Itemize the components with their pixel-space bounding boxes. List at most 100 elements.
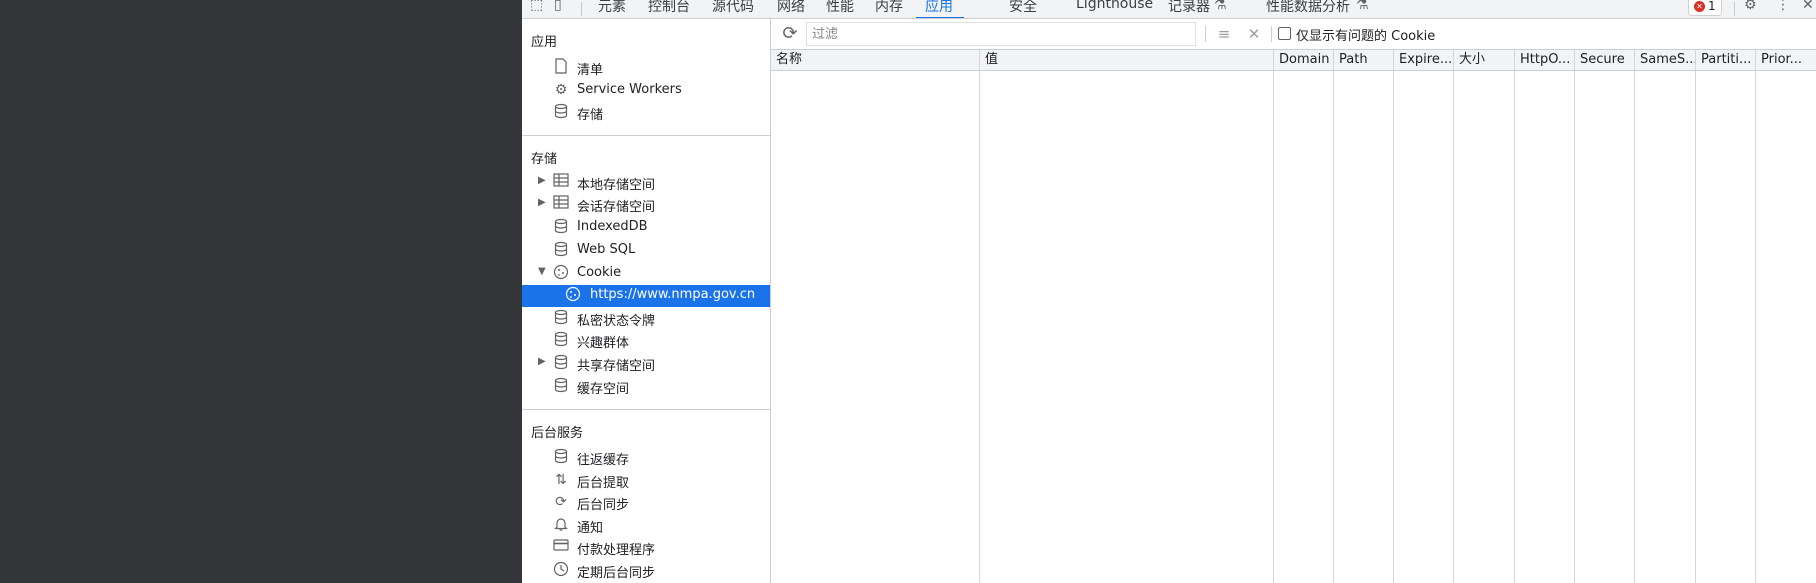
tab-recorder[interactable]: 记录器: [1168, 0, 1210, 16]
sidebar-item-local-storage[interactable]: ▶ 本地存储空间: [522, 172, 770, 194]
sidebar-item-label: Cookie: [577, 265, 622, 280]
flask-icon: ⚗: [1214, 0, 1227, 13]
toolbar-divider: [1271, 26, 1272, 42]
sidebar-item-web-sql[interactable]: Web SQL: [522, 240, 770, 262]
error-count-badge[interactable]: ✕ 1: [1688, 0, 1722, 16]
sidebar-item-interest-groups[interactable]: 兴趣群体: [522, 330, 770, 352]
tab-network[interactable]: 网络: [777, 0, 805, 16]
column-header-secure[interactable]: Secure: [1575, 50, 1635, 71]
only-issues-label: 仅显示有问题的 Cookie: [1296, 29, 1436, 44]
refresh-icon[interactable]: ⟳: [779, 23, 801, 45]
tab-security[interactable]: 安全: [1009, 0, 1037, 16]
more-options-icon[interactable]: ⋮: [1776, 0, 1790, 13]
sidebar-item-label: 本地存储空间: [577, 178, 656, 193]
sidebar-item-label: 定期后台同步: [577, 566, 656, 581]
sidebar-item-label: 缓存空间: [577, 382, 630, 397]
section-title-storage: 存储: [531, 152, 558, 167]
column-header-size[interactable]: 大小: [1454, 50, 1515, 71]
table-column: [980, 71, 1274, 583]
cookie-view: ⟳ ≡ ✕ 仅显示有问题的 Cookie 名称 值 Domain Path Ex…: [771, 19, 1816, 583]
devtools-tab-bar: ⬚ ▯ 元素 控制台 源代码 网络 性能 内存 应用 安全 Lighthouse…: [522, 0, 1816, 19]
column-header-path[interactable]: Path: [1334, 50, 1394, 71]
toolbar-divider: [1205, 26, 1206, 42]
document-icon: [552, 58, 570, 76]
tab-performance-insights[interactable]: 性能数据分析: [1266, 0, 1350, 16]
clear-all-icon[interactable]: ≡: [1213, 23, 1235, 45]
sidebar-item-storage[interactable]: 存储: [522, 102, 770, 124]
column-header-name[interactable]: 名称: [771, 50, 980, 71]
expand-arrow-icon[interactable]: ▶: [538, 197, 546, 208]
column-header-httponly[interactable]: HttpO...: [1515, 50, 1575, 71]
cookie-toolbar: ⟳ ≡ ✕ 仅显示有问题的 Cookie: [771, 19, 1816, 50]
expand-arrow-icon[interactable]: ▶: [538, 356, 546, 367]
database-icon: [552, 103, 570, 121]
tab-performance[interactable]: 性能: [826, 0, 854, 16]
column-header-samesite[interactable]: SameS...: [1635, 50, 1696, 71]
only-issues-checkbox[interactable]: [1278, 27, 1291, 40]
sidebar-item-label: 通知: [577, 521, 604, 536]
table-column: [1274, 71, 1334, 583]
table-column: [1334, 71, 1394, 583]
sidebar-item-indexeddb[interactable]: IndexedDB: [522, 217, 770, 239]
sidebar-item-cookies[interactable]: ▼ Cookie: [522, 263, 770, 285]
sidebar-item-background-fetch[interactable]: ⇅ 后台提取: [522, 470, 770, 492]
sidebar-item-private-state-tokens[interactable]: 私密状态令牌: [522, 308, 770, 330]
filter-input[interactable]: [806, 22, 1196, 46]
close-icon[interactable]: ✕: [1802, 0, 1814, 13]
expand-arrow-icon[interactable]: ▶: [538, 175, 546, 186]
sidebar-item-notifications[interactable]: 通知: [522, 515, 770, 537]
column-header-priority[interactable]: Prior...: [1756, 50, 1816, 71]
section-divider: [522, 409, 770, 410]
sidebar-item-periodic-background-sync[interactable]: 定期后台同步: [522, 560, 770, 582]
sidebar-item-background-sync[interactable]: ⟳ 后台同步: [522, 492, 770, 514]
sidebar-item-manifest[interactable]: 清单: [522, 57, 770, 79]
sidebar-item-cookie-origin[interactable]: https://www.nmpa.gov.cn: [522, 285, 770, 307]
sidebar-item-service-workers[interactable]: ⚙ Service Workers: [522, 80, 770, 102]
database-icon: [552, 331, 570, 349]
page-background: [0, 0, 522, 583]
column-header-expires[interactable]: Expire...: [1394, 50, 1454, 71]
tab-lighthouse[interactable]: Lighthouse: [1076, 0, 1153, 12]
device-toolbar-icon[interactable]: ▯: [554, 0, 562, 13]
column-header-domain[interactable]: Domain: [1274, 50, 1334, 71]
tab-memory[interactable]: 内存: [875, 0, 903, 16]
tab-application[interactable]: 应用: [925, 0, 953, 16]
sidebar-item-label: 往返缓存: [577, 453, 630, 468]
sidebar-item-label: 付款处理程序: [577, 543, 656, 558]
table-column: [1394, 71, 1454, 583]
database-icon: [552, 354, 570, 372]
sidebar-item-label: https://www.nmpa.gov.cn: [590, 287, 756, 302]
sidebar-item-label: 存储: [577, 108, 604, 123]
sidebar-item-label: 清单: [577, 63, 604, 78]
tab-sources[interactable]: 源代码: [712, 0, 754, 16]
sidebar-item-label: IndexedDB: [577, 219, 648, 234]
gear-icon[interactable]: ⚙: [1744, 0, 1757, 13]
sidebar-item-cache-storage[interactable]: 缓存空间: [522, 376, 770, 398]
delete-selected-icon[interactable]: ✕: [1243, 23, 1265, 45]
fetch-arrows-icon: ⇅: [555, 472, 567, 488]
table-column: [1575, 71, 1635, 583]
sidebar-item-shared-storage[interactable]: ▶ 共享存储空间: [522, 353, 770, 375]
cookie-table: 名称 值 Domain Path Expire... 大小 HttpO... S…: [771, 50, 1816, 583]
table-column: [1454, 71, 1515, 583]
cookie-icon: [564, 286, 582, 304]
section-title-background-services: 后台服务: [531, 426, 584, 441]
table-icon: [552, 195, 570, 213]
database-icon: [552, 309, 570, 327]
inspect-element-icon[interactable]: ⬚: [530, 0, 543, 13]
collapse-arrow-icon[interactable]: ▼: [538, 266, 546, 277]
database-icon: [552, 241, 570, 259]
database-icon: [552, 377, 570, 395]
column-header-value[interactable]: 值: [980, 50, 1274, 71]
table-column: [1515, 71, 1575, 583]
sidebar-item-session-storage[interactable]: ▶ 会话存储空间: [522, 194, 770, 216]
sidebar-item-payment-handler[interactable]: 付款处理程序: [522, 537, 770, 559]
sidebar-item-label: 私密状态令牌: [577, 314, 656, 329]
table-icon: [552, 173, 570, 191]
tab-console[interactable]: 控制台: [648, 0, 690, 16]
column-header-partition-key[interactable]: Partiti...: [1696, 50, 1756, 71]
sidebar-item-label: Web SQL: [577, 242, 636, 257]
tab-elements[interactable]: 元素: [598, 0, 626, 16]
flask-icon: ⚗: [1356, 0, 1369, 13]
sidebar-item-back-forward-cache[interactable]: 往返缓存: [522, 447, 770, 469]
